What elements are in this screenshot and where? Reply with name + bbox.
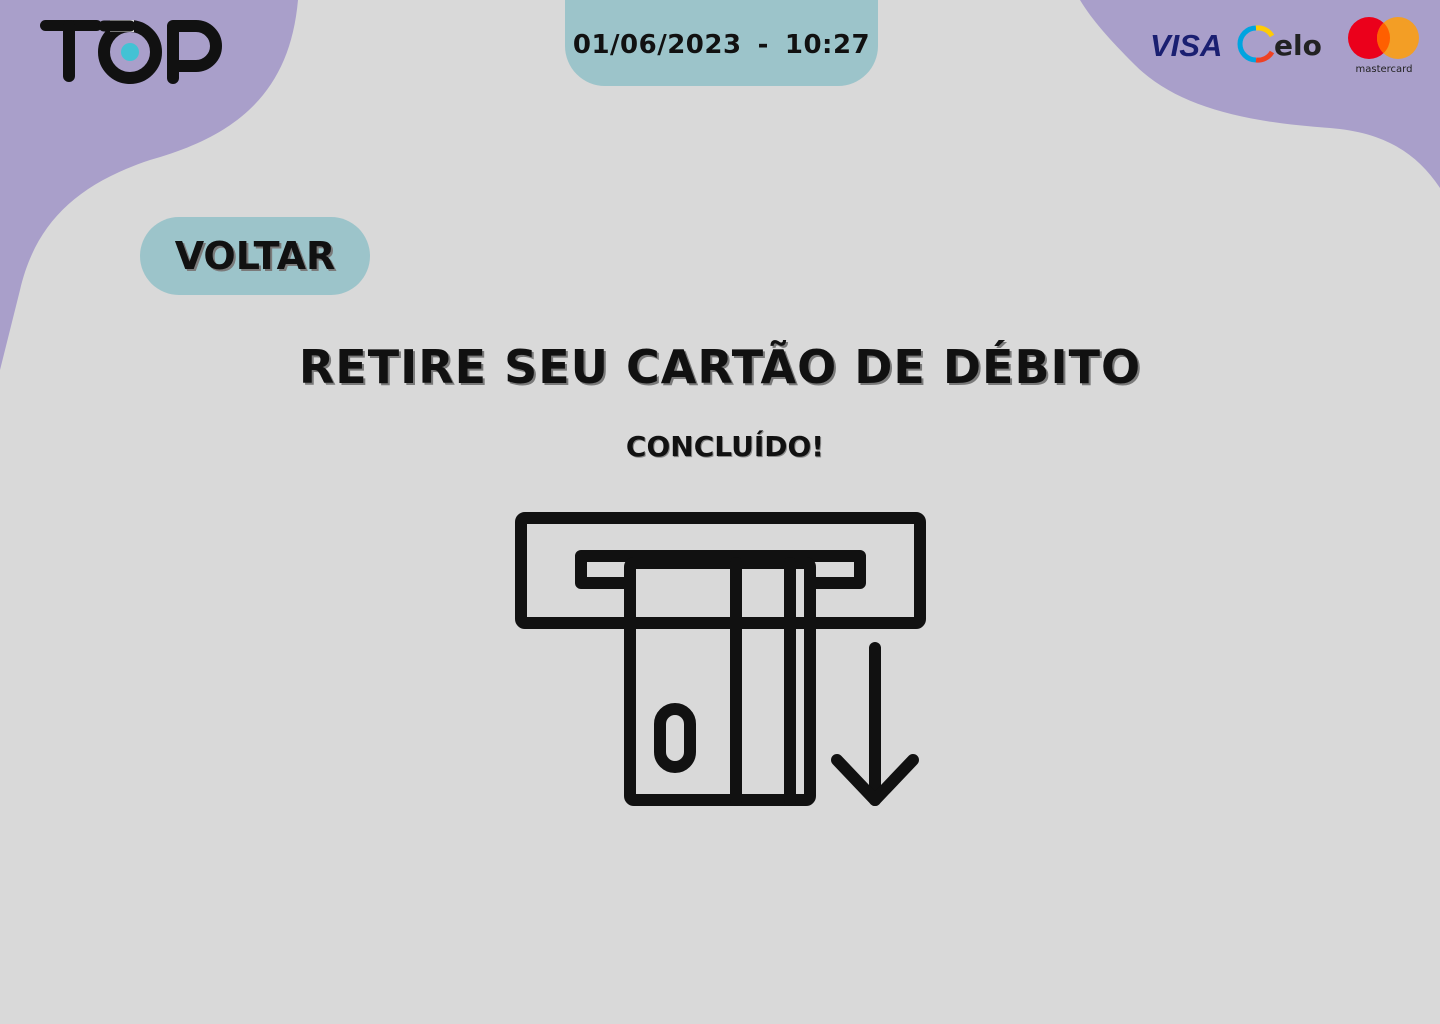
page-title: RETIRE SEU CARTÃO DE DÉBITO: [298, 340, 1142, 394]
svg-text:elo: elo: [1274, 29, 1322, 62]
brand-logo: [40, 20, 222, 84]
svg-text:VISA: VISA: [1150, 28, 1222, 63]
mastercard-logo: mastercard: [1348, 17, 1419, 75]
visa-logo: VISA: [1150, 28, 1222, 63]
back-button[interactable]: VOLTAR: [140, 217, 370, 295]
card-brands-logos: VISA elo mastercard: [1150, 17, 1419, 75]
date-text: 01/06/2023: [572, 30, 742, 60]
datetime-display: 01/06/2023 - 10:27: [565, 0, 878, 86]
datetime-separator: -: [757, 30, 769, 60]
time-text: 10:27: [784, 30, 871, 60]
status-text: CONCLUÍDO!: [625, 430, 825, 463]
atm-card-withdraw-icon: [515, 512, 926, 806]
svg-text:mastercard: mastercard: [1356, 64, 1413, 75]
elo-logo: elo: [1237, 25, 1322, 63]
